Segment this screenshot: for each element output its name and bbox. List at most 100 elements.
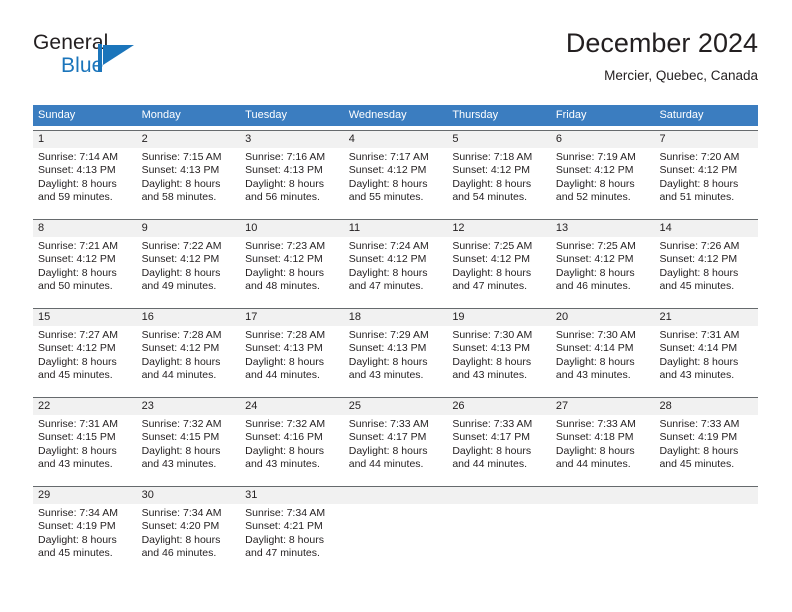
day-cell[interactable]: Sunrise: 7:32 AM Sunset: 4:16 PM Daylight:… (240, 415, 344, 482)
calendar-week-row: 8 9 10 11 12 13 14 Sunrise: 7:21 AM Sunset: 4:12… (33, 219, 758, 304)
daylight-text: and 56 minutes. (245, 191, 320, 204)
day-cell[interactable]: Sunrise: 7:33 AM Sunset: 4:19 PM Daylight:… (654, 415, 758, 482)
day-number[interactable]: 16 (137, 309, 241, 326)
daylight-text: and 43 minutes. (452, 369, 528, 382)
day-number[interactable]: 14 (654, 220, 758, 237)
sunrise-text: Sunrise: 7:18 AM (452, 151, 533, 163)
day-cell[interactable]: Sunrise: 7:33 AM Sunset: 4:17 PM Daylight:… (344, 415, 448, 482)
daylight-text: Daylight: 8 hours (659, 444, 739, 457)
day-cell[interactable]: Sunrise: 7:33 AM Sunset: 4:17 PM Daylight:… (447, 415, 551, 482)
day-number[interactable]: 3 (240, 131, 344, 148)
calendar-week-row: 15 16 17 18 19 20 21 Sunrise: 7:27 AM Sunset: 4:… (33, 308, 758, 393)
daylight-text: Daylight: 8 hours (452, 177, 532, 190)
sunrise-text: Sunrise: 7:33 AM (452, 418, 533, 430)
day-cell[interactable]: Sunrise: 7:33 AM Sunset: 4:18 PM Daylight:… (551, 415, 655, 482)
day-cell[interactable]: Sunrise: 7:23 AM Sunset: 4:12 PM Daylight:… (240, 237, 344, 304)
day-number[interactable]: 15 (33, 309, 137, 326)
day-cell[interactable]: Sunrise: 7:18 AM Sunset: 4:12 PM Daylight:… (447, 148, 551, 215)
day-number[interactable]: 30 (137, 487, 241, 504)
daylight-text: Daylight: 8 hours (348, 355, 428, 368)
week-daynumber-row: 8 9 10 11 12 13 14 (33, 220, 758, 237)
day-number[interactable]: 1 (33, 131, 137, 148)
day-cell[interactable]: Sunrise: 7:31 AM Sunset: 4:14 PM Daylight:… (654, 326, 758, 393)
calendar-grid: Sunday Monday Tuesday Wednesday Thursday… (33, 105, 758, 571)
day-number[interactable]: 31 (240, 487, 344, 504)
day-number[interactable]: 8 (33, 220, 137, 237)
sunrise-text: Sunrise: 7:28 AM (245, 329, 326, 341)
daylight-text: Daylight: 8 hours (555, 444, 635, 457)
day-cell[interactable]: Sunrise: 7:27 AM Sunset: 4:12 PM Daylight:… (33, 326, 137, 393)
day-number-empty (344, 487, 448, 504)
sunrise-text: Sunrise: 7:25 AM (555, 240, 636, 252)
day-number[interactable]: 12 (447, 220, 551, 237)
sunrise-text: Sunrise: 7:30 AM (452, 329, 533, 341)
sunrise-text: Sunrise: 7:19 AM (555, 151, 636, 163)
day-number[interactable]: 13 (551, 220, 655, 237)
day-number[interactable]: 2 (137, 131, 241, 148)
day-number[interactable]: 9 (137, 220, 241, 237)
day-number[interactable]: 27 (551, 398, 655, 415)
day-cell[interactable]: Sunrise: 7:20 AM Sunset: 4:12 PM Daylight:… (654, 148, 758, 215)
day-number[interactable]: 25 (344, 398, 448, 415)
day-cell[interactable]: Sunrise: 7:28 AM Sunset: 4:13 PM Daylight:… (240, 326, 344, 393)
day-cell[interactable]: Sunrise: 7:22 AM Sunset: 4:12 PM Daylight:… (137, 237, 241, 304)
daylight-text: and 52 minutes. (555, 191, 631, 204)
day-number[interactable]: 6 (551, 131, 655, 148)
daylight-text: Daylight: 8 hours (141, 444, 221, 457)
day-cell[interactable]: Sunrise: 7:26 AM Sunset: 4:12 PM Daylight:… (654, 237, 758, 304)
day-cell[interactable]: Sunrise: 7:15 AM Sunset: 4:13 PM Daylight:… (137, 148, 241, 215)
daylight-text: and 44 minutes. (555, 458, 631, 471)
day-cell[interactable]: Sunrise: 7:30 AM Sunset: 4:13 PM Daylight:… (447, 326, 551, 393)
day-number[interactable]: 4 (344, 131, 448, 148)
day-cell[interactable]: Sunrise: 7:34 AM Sunset: 4:20 PM Daylight:… (137, 504, 241, 571)
day-cell[interactable]: Sunrise: 7:25 AM Sunset: 4:12 PM Daylight:… (447, 237, 551, 304)
sunset-text: Sunset: 4:15 PM (141, 431, 220, 444)
daylight-text: and 47 minutes. (348, 280, 424, 293)
brand-logo[interactable]: General Blue (33, 30, 263, 92)
day-number[interactable]: 17 (240, 309, 344, 326)
day-number-empty (654, 487, 758, 504)
daylight-text: and 44 minutes. (245, 369, 320, 382)
day-cell[interactable]: Sunrise: 7:30 AM Sunset: 4:14 PM Daylight:… (551, 326, 655, 393)
sunrise-text: Sunrise: 7:20 AM (659, 151, 740, 163)
page-title: December 2024 (565, 28, 758, 58)
day-cell[interactable]: Sunrise: 7:29 AM Sunset: 4:13 PM Daylight:… (344, 326, 448, 393)
day-number[interactable]: 23 (137, 398, 241, 415)
daylight-text: Daylight: 8 hours (348, 266, 428, 279)
daylight-text: Daylight: 8 hours (38, 444, 117, 457)
day-cell[interactable]: Sunrise: 7:21 AM Sunset: 4:12 PM Daylight:… (33, 237, 137, 304)
sunset-text: Sunset: 4:16 PM (245, 431, 323, 444)
day-cell[interactable]: Sunrise: 7:24 AM Sunset: 4:12 PM Daylight:… (344, 237, 448, 304)
week-daynumber-row: 29 30 31 (33, 487, 758, 504)
day-cell[interactable]: Sunrise: 7:14 AM Sunset: 4:13 PM Daylight:… (33, 148, 137, 215)
day-number[interactable]: 21 (654, 309, 758, 326)
day-number[interactable]: 28 (654, 398, 758, 415)
sunrise-text: Sunrise: 7:23 AM (245, 240, 326, 252)
day-number[interactable]: 20 (551, 309, 655, 326)
day-cell[interactable]: Sunrise: 7:25 AM Sunset: 4:12 PM Daylight:… (551, 237, 655, 304)
sunset-text: Sunset: 4:20 PM (141, 520, 220, 533)
day-number[interactable]: 22 (33, 398, 137, 415)
day-number[interactable]: 10 (240, 220, 344, 237)
day-number[interactable]: 29 (33, 487, 137, 504)
calendar-page: General Blue December 2024 Mercier, Queb… (0, 0, 792, 612)
daylight-text: Daylight: 8 hours (38, 177, 117, 190)
day-cell[interactable]: Sunrise: 7:32 AM Sunset: 4:15 PM Daylight:… (137, 415, 241, 482)
day-cell[interactable]: Sunrise: 7:16 AM Sunset: 4:13 PM Daylight:… (240, 148, 344, 215)
sunrise-text: Sunrise: 7:26 AM (659, 240, 740, 252)
daylight-text: Daylight: 8 hours (555, 355, 635, 368)
sunset-text: Sunset: 4:12 PM (141, 342, 220, 355)
day-cell[interactable]: Sunrise: 7:34 AM Sunset: 4:19 PM Daylight:… (33, 504, 137, 571)
day-number[interactable]: 24 (240, 398, 344, 415)
day-number[interactable]: 26 (447, 398, 551, 415)
day-number[interactable]: 11 (344, 220, 448, 237)
day-cell[interactable]: Sunrise: 7:34 AM Sunset: 4:21 PM Daylight:… (240, 504, 344, 571)
day-number[interactable]: 7 (654, 131, 758, 148)
day-cell[interactable]: Sunrise: 7:19 AM Sunset: 4:12 PM Daylight:… (551, 148, 655, 215)
day-cell[interactable]: Sunrise: 7:28 AM Sunset: 4:12 PM Daylight:… (137, 326, 241, 393)
day-cell[interactable]: Sunrise: 7:31 AM Sunset: 4:15 PM Daylight:… (33, 415, 137, 482)
day-number[interactable]: 18 (344, 309, 448, 326)
day-cell[interactable]: Sunrise: 7:17 AM Sunset: 4:12 PM Daylight:… (344, 148, 448, 215)
day-number[interactable]: 19 (447, 309, 551, 326)
day-number[interactable]: 5 (447, 131, 551, 148)
